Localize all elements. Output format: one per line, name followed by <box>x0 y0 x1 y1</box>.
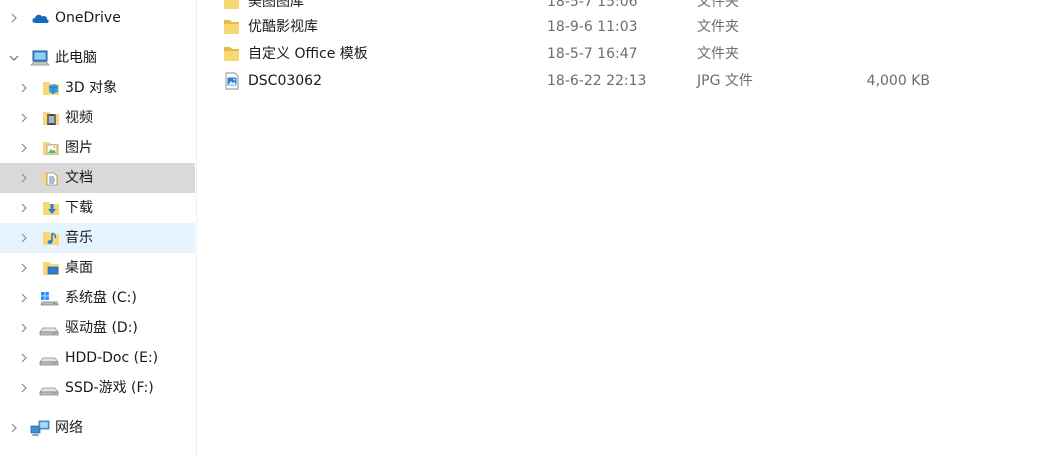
nav-item-label: 下载 <box>65 200 93 216</box>
chevron-right-icon[interactable] <box>20 173 28 183</box>
nav-item-label: HDD-Doc (E:) <box>65 350 159 366</box>
file-name: 美图图库 <box>248 0 304 10</box>
chevron-right-icon[interactable] <box>20 203 28 213</box>
drive-icon <box>39 357 59 366</box>
chevron-right-icon[interactable] <box>20 353 28 363</box>
chevron-right-icon[interactable] <box>20 143 28 153</box>
cloud-icon <box>32 14 49 23</box>
nav-item-label: 网络 <box>55 420 83 436</box>
chevron-right-icon[interactable] <box>20 233 28 243</box>
nav-item-this-pc[interactable]: 此电脑 <box>0 43 195 73</box>
nav-item-documents[interactable]: 文档 <box>0 163 195 193</box>
folder-icon <box>224 20 239 34</box>
file-size: 4,000 KB <box>866 73 930 89</box>
file-row[interactable]: 优酷影视库 18-9-6 11:03 文件夹 <box>197 14 1055 40</box>
nav-item-network[interactable]: 网络 <box>0 413 195 443</box>
file-type: 文件夹 <box>697 19 739 35</box>
network-icon <box>30 420 50 436</box>
nav-item-onedrive[interactable]: OneDrive <box>0 3 195 33</box>
nav-item-label: OneDrive <box>55 10 121 26</box>
nav-item-videos[interactable]: 视频 <box>0 103 195 133</box>
file-list: 美图图库 18-5-7 15:06 文件夹 优酷影视库 18-9-6 11:03… <box>197 0 1055 458</box>
computer-icon <box>30 50 50 66</box>
nav-item-label: 文档 <box>65 170 93 186</box>
3d-objects-folder-icon <box>43 82 59 95</box>
nav-item-pictures[interactable]: 图片 <box>0 133 195 163</box>
file-name: 自定义 Office 模板 <box>248 46 368 62</box>
file-explorer-window: OneDrive 此电脑 3D 对象 视频 图片 文档 下载 音乐 桌面 系统盘… <box>0 0 1055 458</box>
chevron-right-icon[interactable] <box>20 263 28 273</box>
chevron-right-icon[interactable] <box>20 113 28 123</box>
nav-item-label: 驱动盘 (D:) <box>65 320 138 336</box>
chevron-right-icon[interactable] <box>10 13 18 23</box>
file-type: 文件夹 <box>697 0 739 10</box>
chevron-right-icon[interactable] <box>20 293 28 303</box>
nav-item-label: 3D 对象 <box>65 80 118 96</box>
nav-item-label: 桌面 <box>65 260 93 276</box>
nav-item-label: 视频 <box>65 110 93 126</box>
nav-item-3d-objects[interactable]: 3D 对象 <box>0 73 195 103</box>
chevron-right-icon[interactable] <box>20 383 28 393</box>
chevron-right-icon[interactable] <box>20 83 28 93</box>
drive-icon <box>39 387 59 396</box>
nav-item-drive-f[interactable]: SSD-游戏 (F:) <box>0 373 195 403</box>
folder-icon <box>224 0 239 9</box>
nav-item-label: 音乐 <box>65 230 93 246</box>
jpg-file-icon <box>225 72 239 90</box>
file-row[interactable]: DSC03062 18-6-22 22:13 JPG 文件 4,000 KB <box>197 68 1055 94</box>
file-row[interactable]: 美图图库 18-5-7 15:06 文件夹 <box>197 0 1055 15</box>
windows-drive-icon <box>40 292 59 306</box>
file-date: 18-5-7 16:47 <box>547 46 638 62</box>
nav-item-drive-c[interactable]: 系统盘 (C:) <box>0 283 195 313</box>
nav-item-downloads[interactable]: 下载 <box>0 193 195 223</box>
chevron-right-icon[interactable] <box>20 323 28 333</box>
file-date: 18-9-6 11:03 <box>547 19 638 35</box>
nav-item-label: 系统盘 (C:) <box>65 290 137 306</box>
file-name: DSC03062 <box>248 73 322 89</box>
nav-item-drive-d[interactable]: 驱动盘 (D:) <box>0 313 195 343</box>
nav-item-music[interactable]: 音乐 <box>0 223 195 253</box>
file-row[interactable]: 自定义 Office 模板 18-5-7 16:47 文件夹 <box>197 41 1055 67</box>
chevron-right-icon[interactable] <box>10 423 18 433</box>
folder-icon <box>224 47 239 61</box>
file-name: 优酷影视库 <box>248 19 318 35</box>
nav-item-label: 图片 <box>65 140 93 156</box>
documents-folder-icon <box>43 172 59 186</box>
nav-item-label: SSD-游戏 (F:) <box>65 380 154 396</box>
navigation-pane: OneDrive 此电脑 3D 对象 视频 图片 文档 下载 音乐 桌面 系统盘… <box>0 0 195 458</box>
file-type: 文件夹 <box>697 46 739 62</box>
chevron-down-icon[interactable] <box>9 54 19 62</box>
nav-item-label: 此电脑 <box>55 50 97 66</box>
desktop-folder-icon <box>43 262 59 275</box>
videos-folder-icon <box>43 112 59 125</box>
nav-item-drive-e[interactable]: HDD-Doc (E:) <box>0 343 195 373</box>
drive-icon <box>39 327 59 336</box>
pictures-folder-icon <box>43 142 59 155</box>
music-folder-icon <box>43 232 59 245</box>
file-type: JPG 文件 <box>697 73 753 89</box>
nav-item-desktop[interactable]: 桌面 <box>0 253 195 283</box>
file-date: 18-6-22 22:13 <box>547 73 647 89</box>
file-date: 18-5-7 15:06 <box>547 0 638 10</box>
downloads-folder-icon <box>43 202 59 215</box>
